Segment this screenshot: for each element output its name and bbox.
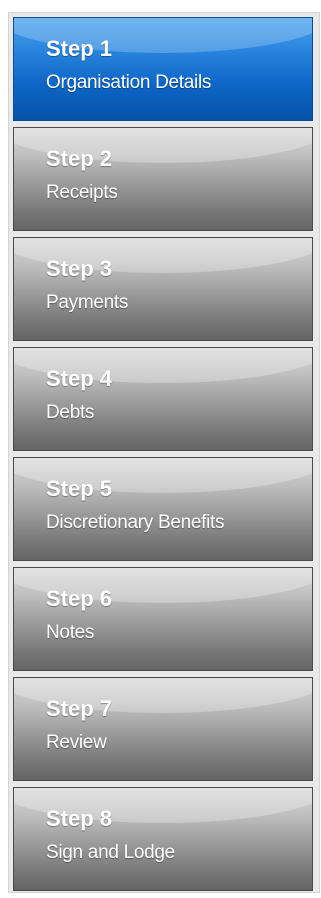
- step-title: Debts: [46, 402, 95, 423]
- step-title: Receipts: [46, 182, 118, 203]
- step-title: Payments: [46, 292, 129, 313]
- step-button-organisation-details[interactable]: Step 1 Organisation Details: [13, 17, 313, 121]
- step-button-debts[interactable]: Step 4 Debts: [13, 347, 313, 451]
- step-button-sign-and-lodge[interactable]: Step 8 Sign and Lodge: [13, 787, 313, 891]
- step-list: Step 1 Organisation Details Step 2 Recei…: [13, 17, 313, 897]
- step-title: Discretionary Benefits: [46, 512, 225, 533]
- step-number: Step 2: [46, 146, 113, 171]
- step-button-receipts[interactable]: Step 2 Receipts: [13, 127, 313, 231]
- step-number: Step 1: [46, 36, 113, 61]
- step-number: Step 7: [46, 696, 113, 721]
- step-number: Step 6: [46, 586, 113, 611]
- step-number: Step 5: [46, 476, 113, 501]
- step-title: Sign and Lodge: [46, 842, 175, 863]
- step-button-notes[interactable]: Step 6 Notes: [13, 567, 313, 671]
- step-number: Step 4: [46, 366, 113, 391]
- step-number: Step 3: [46, 256, 113, 281]
- step-button-payments[interactable]: Step 3 Payments: [13, 237, 313, 341]
- step-button-review[interactable]: Step 7 Review: [13, 677, 313, 781]
- step-title: Organisation Details: [46, 72, 212, 93]
- step-title: Notes: [46, 622, 95, 643]
- step-button-discretionary-benefits[interactable]: Step 5 Discretionary Benefits: [13, 457, 313, 561]
- step-title: Review: [46, 732, 107, 753]
- step-number: Step 8: [46, 806, 113, 831]
